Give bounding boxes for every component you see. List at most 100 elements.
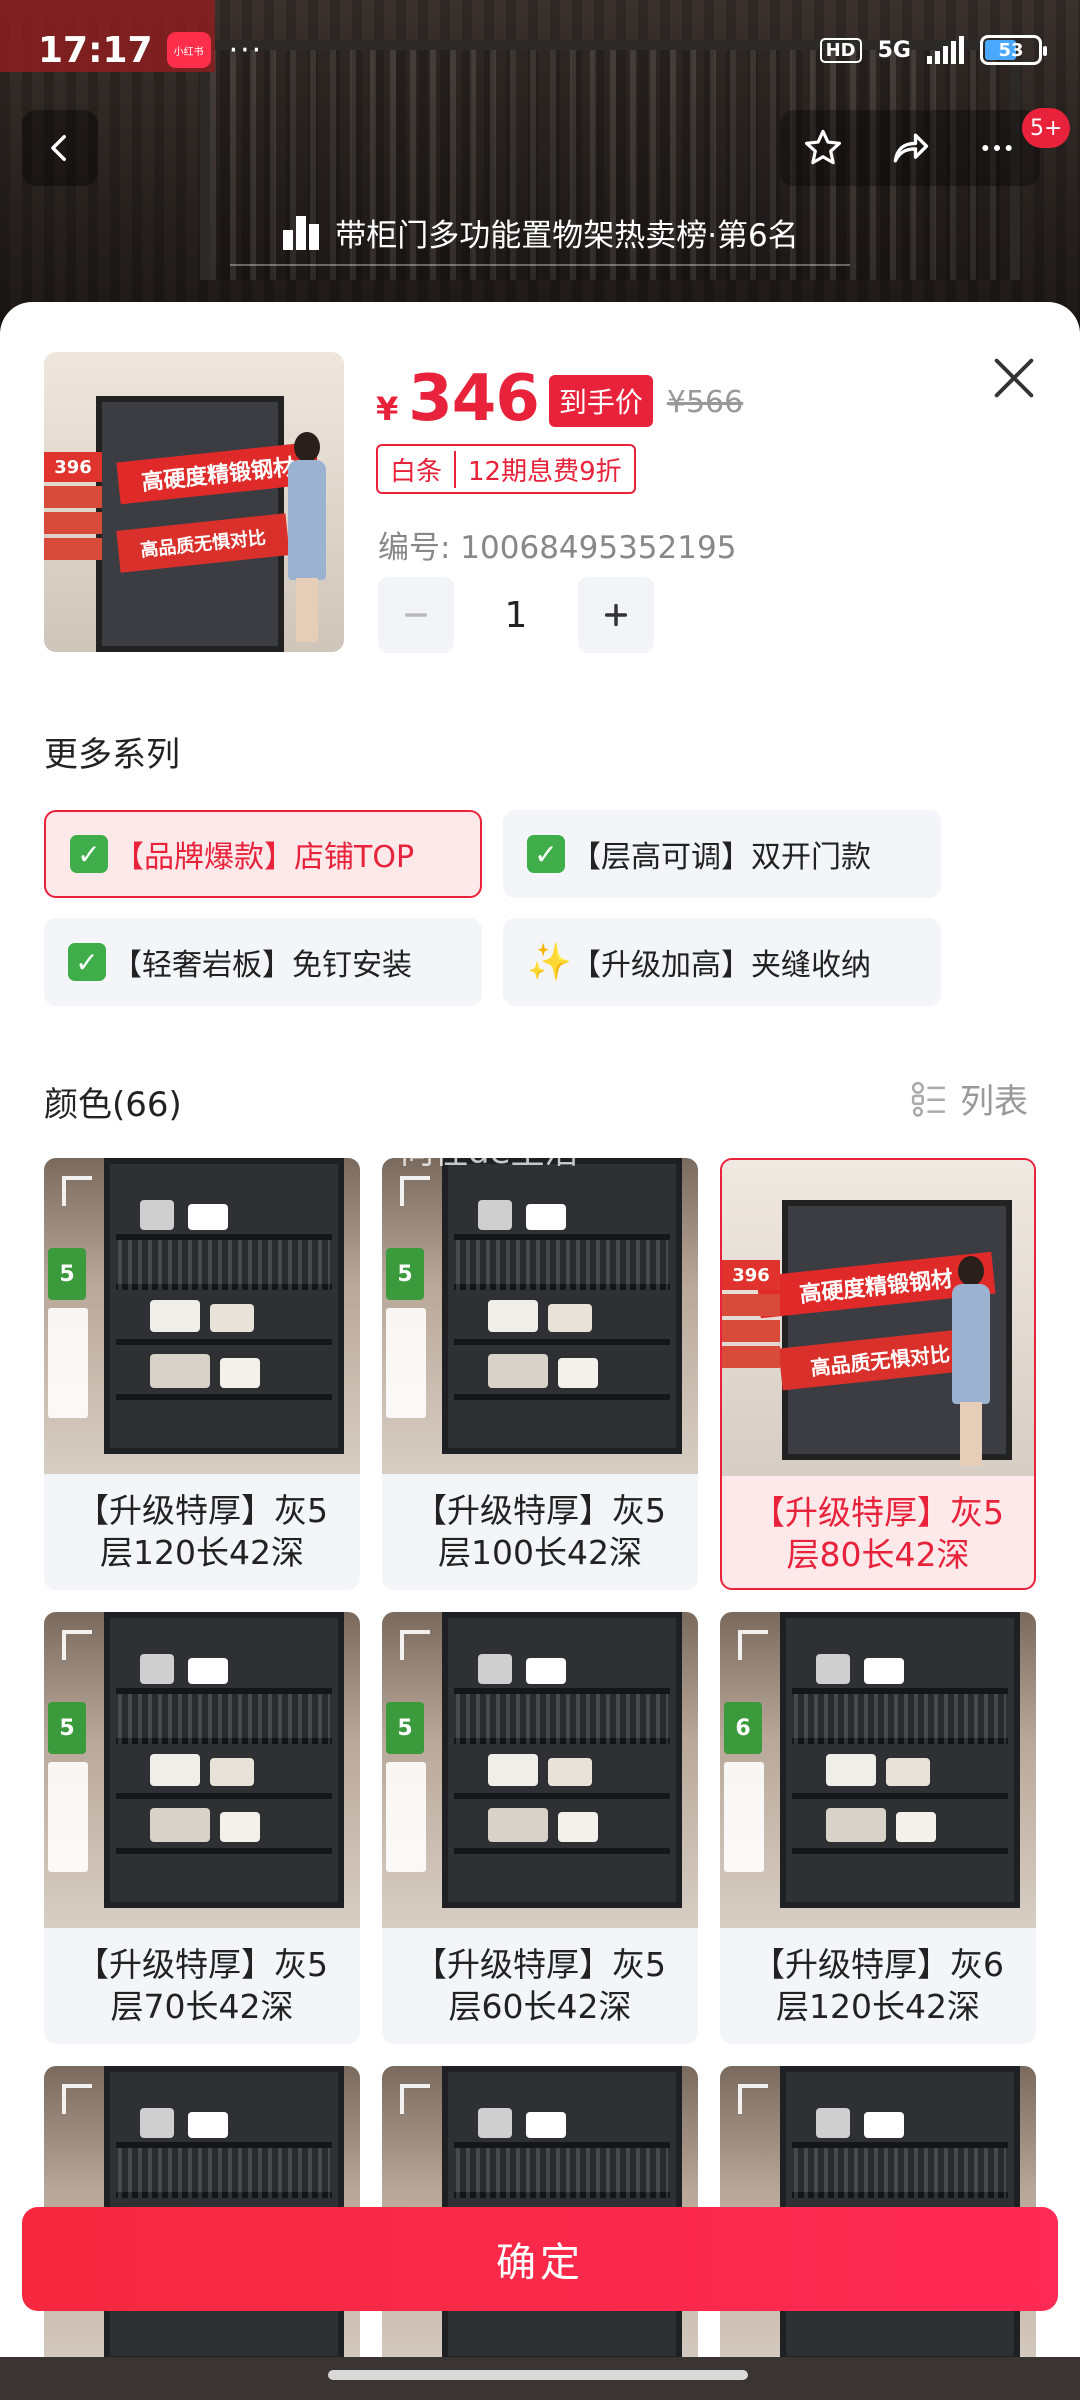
variant-card[interactable]: 5 【升级特厚】灰5层100长42深: [382, 1158, 698, 1590]
signal-icon: [927, 36, 964, 64]
quantity-stepper: 1: [378, 577, 654, 653]
sku-number: 编号: 10068495352195: [378, 530, 737, 566]
variant-image: 5: [44, 1158, 360, 1474]
currency-symbol: ¥: [376, 390, 399, 428]
message-badge[interactable]: 5+: [1022, 108, 1071, 148]
variant-label: 【升级特厚】灰5层100长42深: [414, 1491, 666, 1572]
series-section-title: 更多系列: [44, 735, 180, 775]
thumb-price-badge: 396: [44, 452, 102, 482]
check-mark-icon: ✓: [68, 943, 106, 981]
tier-count-badge: 5: [386, 1248, 424, 1300]
variant-label: 【升级特厚】灰5层60长42深: [414, 1945, 666, 2026]
product-thumbnail[interactable]: 高硬度精锻钢材 高品质无惧对比 396: [44, 352, 344, 652]
list-view-icon: [911, 1081, 945, 1117]
rank-banner[interactable]: 带柜门多功能置物架热卖榜·第6名: [230, 200, 850, 266]
variant-side-badges: 396: [722, 1260, 780, 1372]
check-mark-icon: ✓: [527, 835, 565, 873]
variant-card[interactable]: 5 【升级特厚】灰5层60长42深: [382, 1612, 698, 2044]
confirm-button[interactable]: 确定: [22, 2207, 1058, 2311]
expand-icon: [62, 2084, 92, 2114]
battery-level: 53: [998, 39, 1024, 61]
expand-icon: [400, 2084, 430, 2114]
star-icon: [805, 129, 842, 165]
status-bar: 17:17 小红书 ··· HD 5G 53: [0, 0, 1080, 100]
network-type: 5G: [877, 37, 911, 63]
expand-icon: [738, 1630, 768, 1660]
color-section-title: 颜色(66): [44, 1085, 182, 1125]
decrease-quantity-button[interactable]: [378, 577, 454, 653]
price-row: ¥ 346 到手价 ¥566: [376, 362, 743, 436]
more-button[interactable]: [974, 125, 1020, 171]
variant-shelf-drawing: [442, 1158, 682, 1454]
variant-card[interactable]: 5 【升级特厚】灰5层70长42深: [44, 1612, 360, 2044]
installment-badge[interactable]: 白条 12期息费9折: [376, 444, 636, 494]
status-time: 17:17: [38, 29, 153, 71]
expand-icon: [400, 1630, 430, 1660]
tier-count-badge: 6: [724, 1702, 762, 1754]
plus-icon: [604, 603, 628, 627]
more-notifications-icon: ···: [228, 32, 264, 68]
variant-price-badge: 396: [722, 1260, 780, 1290]
variant-label: 【升级特厚】灰5层70长42深: [76, 1945, 328, 2026]
sparkle-icon: ✨: [527, 942, 572, 983]
more-dots-icon: [981, 145, 1012, 151]
variant-image: 高硬度精锻钢材 高品质无惧对比 396: [722, 1160, 1034, 1476]
series-option-label: 【升级加高】夹缝收纳: [571, 948, 871, 983]
variant-image: 5: [382, 1158, 698, 1474]
close-button[interactable]: [988, 352, 1040, 404]
feature-list-badge: [48, 1762, 88, 1872]
variant-image: 5: [44, 1612, 360, 1928]
home-indicator[interactable]: [328, 2370, 748, 2380]
app-notification-icon: 小红书: [166, 32, 211, 68]
expand-icon: [62, 1176, 92, 1206]
chevron-left-icon: [51, 134, 66, 162]
nav-actions: [780, 110, 1040, 186]
variant-label: 【升级特厚】灰5层80长42深: [752, 1493, 1004, 1574]
feature-list-badge: [48, 1308, 88, 1418]
feature-list-badge: [386, 1762, 426, 1872]
thumb-side-badges: 396: [44, 452, 102, 564]
quantity-value[interactable]: 1: [454, 595, 578, 636]
tier-count-badge: 5: [48, 1702, 86, 1754]
battery-icon: 53: [980, 35, 1047, 65]
variant-shelf-drawing: [780, 1612, 1020, 1908]
variant-shelf-drawing: [104, 1158, 344, 1454]
list-view-label: 列表: [960, 1082, 1028, 1122]
feature-list-badge: [724, 1762, 764, 1872]
close-icon: [994, 358, 1034, 398]
increase-quantity-button[interactable]: [578, 577, 654, 653]
check-mark-icon: ✓: [70, 835, 108, 873]
original-price: ¥566: [666, 385, 744, 420]
variant-image: 6: [720, 1612, 1036, 1928]
variant-card[interactable]: 5 【升级特厚】灰5层120长42深: [44, 1158, 360, 1590]
share-button[interactable]: [887, 125, 933, 171]
series-option-taller[interactable]: ✨ 【升级加高】夹缝收纳: [503, 918, 941, 1006]
series-option-adjustable[interactable]: ✓ 【层高可调】双开门款: [503, 810, 941, 898]
final-price-tag: 到手价: [548, 375, 653, 427]
bar-chart-icon: [283, 216, 320, 250]
series-option-brand-top[interactable]: ✓ 【品牌爆款】店铺TOP: [44, 810, 482, 898]
expand-icon: [738, 2084, 768, 2114]
tier-count-badge: 5: [48, 1248, 86, 1300]
series-option-rock-slab[interactable]: ✓ 【轻奢岩板】免钉安装: [44, 918, 482, 1006]
sku-selector-sheet: 高硬度精锻钢材 高品质无惧对比 396 ¥ 346 到手价 ¥566 白条 12…: [0, 302, 1080, 2357]
feature-list-badge: [386, 1308, 426, 1418]
share-arrow-icon: [893, 133, 929, 163]
back-button[interactable]: [22, 110, 98, 186]
list-view-toggle[interactable]: 列表: [910, 1074, 1028, 1123]
variant-shelf-drawing: [442, 1612, 682, 1908]
tier-count-badge: 5: [386, 1702, 424, 1754]
series-option-label: 【层高可调】双开门款: [571, 840, 871, 875]
series-option-label: 【品牌爆款】店铺TOP: [114, 840, 415, 875]
variant-card[interactable]: 高硬度精锻钢材 高品质无惧对比 396 【升级特厚】灰5层80长42深: [720, 1158, 1036, 1590]
expand-icon: [62, 1630, 92, 1660]
hd-icon: HD: [819, 37, 862, 63]
variant-label: 【升级特厚】灰6层120长42深: [752, 1945, 1004, 2026]
installment-label: 白条: [390, 456, 443, 487]
variant-card[interactable]: 6 【升级特厚】灰6层120长42深: [720, 1612, 1036, 2044]
favorite-button[interactable]: [800, 125, 846, 171]
expand-icon: [400, 1176, 430, 1206]
final-price: 346: [408, 362, 540, 436]
series-option-label: 【轻奢岩板】免钉安装: [112, 948, 412, 983]
variant-model-figure: [948, 1256, 994, 1466]
